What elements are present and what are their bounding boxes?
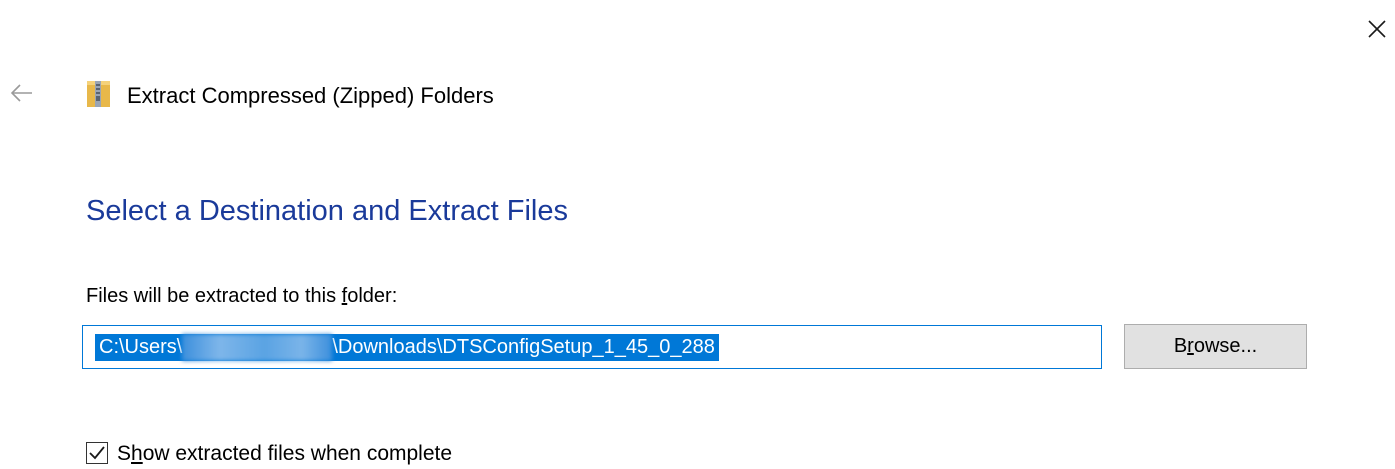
destination-label-text: Files will be extracted to this (86, 285, 342, 307)
path-suffix: \Downloads\DTSConfigSetup_1_45_0_288 (332, 336, 715, 358)
zipped-folder-icon (86, 78, 112, 108)
close-button[interactable] (1362, 14, 1392, 44)
back-arrow-icon (10, 84, 32, 102)
show-files-label-start: S (117, 442, 132, 465)
page-heading: Select a Destination and Extract Files (86, 195, 568, 227)
browse-label-access-key: r (1187, 335, 1194, 357)
path-prefix: C:\Users\ (99, 336, 183, 358)
destination-label: Files will be extracted to this folder: (86, 285, 397, 308)
show-files-checkbox[interactable] (86, 442, 108, 464)
checkmark-icon (89, 446, 105, 460)
show-files-label-access-key: h (131, 442, 143, 465)
selected-path-text: C:\Users\ \Downloads\DTSConfigSetup_1_45_… (95, 334, 719, 361)
close-icon (1368, 20, 1386, 38)
browse-button[interactable]: Browse... (1124, 324, 1307, 369)
show-files-label[interactable]: Show extracted files when complete (117, 442, 452, 466)
redacted-username (182, 334, 333, 361)
back-button[interactable] (8, 80, 36, 106)
browse-label-end: owse... (1193, 335, 1258, 357)
browse-label-start: B (1173, 335, 1188, 357)
destination-path-input[interactable]: C:\Users\ \Downloads\DTSConfigSetup_1_45_… (82, 325, 1102, 369)
destination-label-text-end: older: (347, 285, 398, 307)
show-files-label-end: ow extracted files when complete (142, 442, 453, 465)
window-title: Extract Compressed (Zipped) Folders (127, 83, 494, 108)
